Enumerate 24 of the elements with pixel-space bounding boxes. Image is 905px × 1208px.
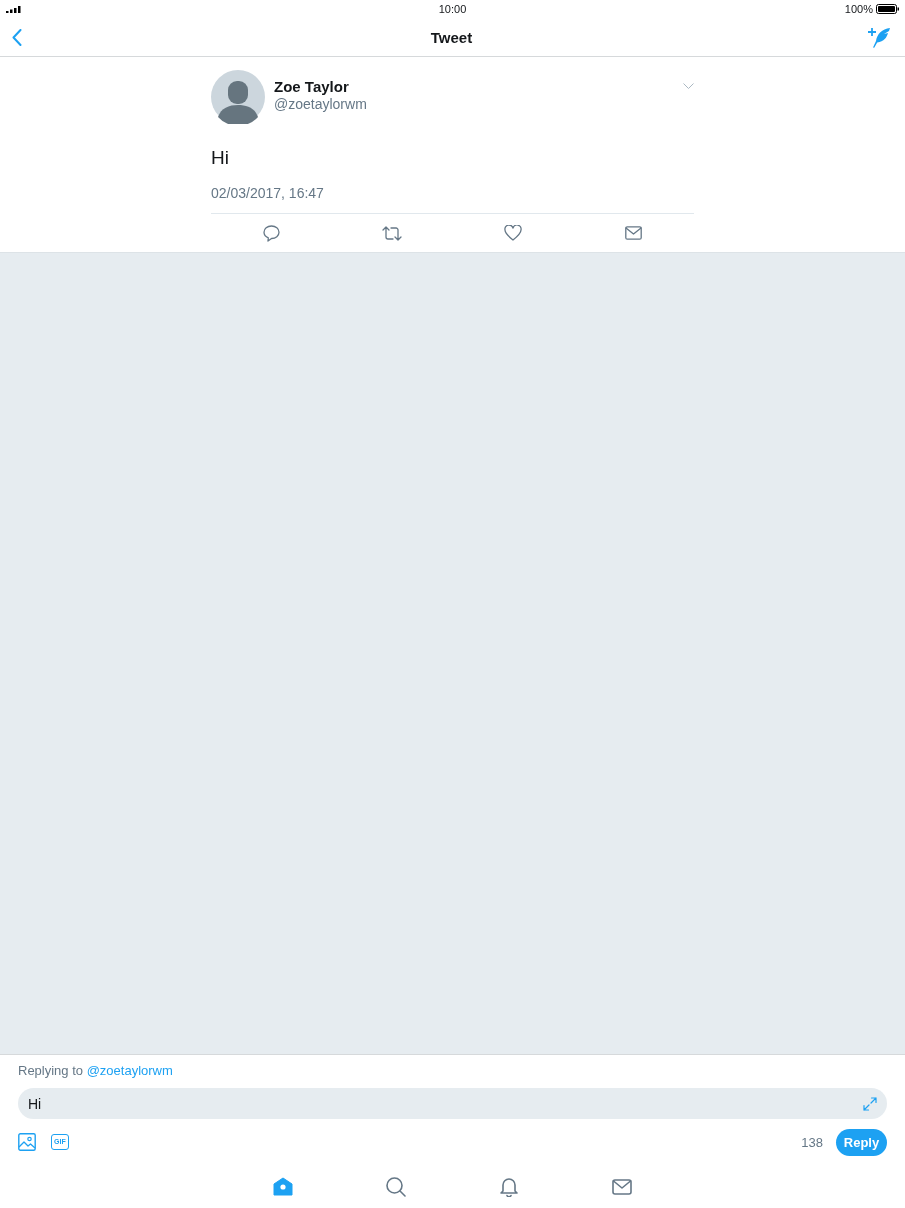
signal-icon [6, 5, 21, 13]
retweet-arrows-icon [382, 225, 403, 241]
status-time: 10:00 [438, 2, 467, 16]
tweet-text: Hi [211, 147, 230, 169]
envelope-icon [625, 226, 643, 240]
reply-button[interactable]: Reply [836, 1128, 887, 1156]
feather-plus-icon [868, 26, 891, 48]
heart-icon [503, 225, 522, 241]
character-counter: 138 [801, 1134, 823, 1150]
battery-icon [876, 4, 899, 14]
screen-title: Tweet [430, 28, 473, 46]
author-name: Zoe Taylor [274, 78, 349, 95]
reply-input-field[interactable]: Hi [18, 1088, 887, 1119]
chevron-down-icon [683, 83, 694, 89]
handle-link[interactable]: @zoetaylorwm [86, 1063, 173, 1078]
tweet-timestamp: 02/03/2017, 16:47 [211, 185, 325, 202]
back-chevron-icon [12, 28, 22, 46]
avatar-silhouette[interactable] [211, 70, 265, 124]
author-handle: @zoetaylorwm [274, 95, 367, 114]
replying-to-text: Replying to @zoetaylorwm [18, 1063, 173, 1079]
image-icon [18, 1133, 36, 1151]
expand-arrows-icon [863, 1096, 877, 1111]
speech-bubble-icon [262, 224, 280, 242]
battery-percent: 100% [844, 2, 873, 16]
